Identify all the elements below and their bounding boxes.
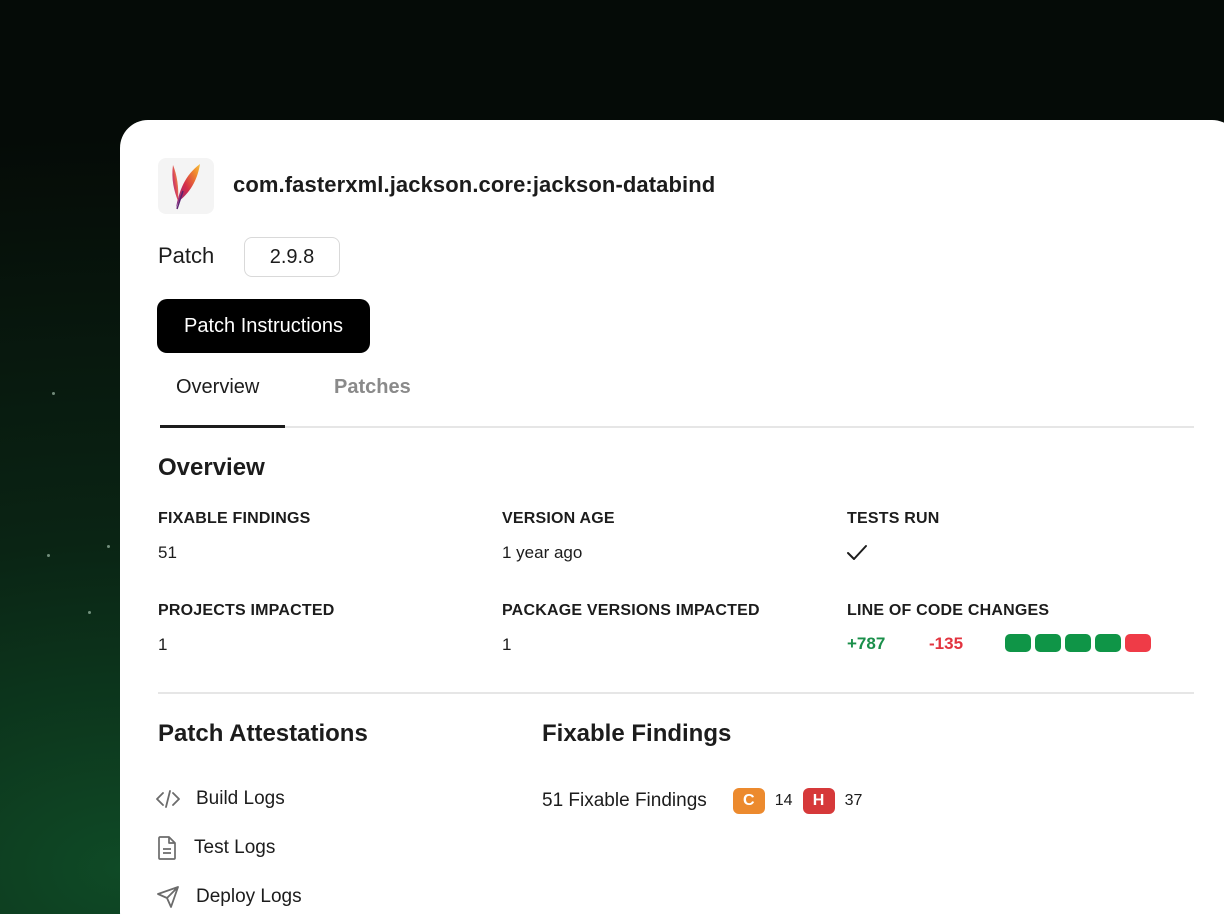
critical-count: 14 <box>774 792 793 809</box>
loc-additions: +787 <box>847 634 886 653</box>
patch-attestations-title: Patch Attestations <box>158 720 368 747</box>
loc-added-block <box>1095 634 1121 652</box>
background: com.fasterxml.jackson.core:jackson-datab… <box>0 0 1224 914</box>
package-title: com.fasterxml.jackson.core:jackson-datab… <box>233 172 716 197</box>
loc-change-bar <box>1005 634 1151 652</box>
checkmark-icon <box>847 545 867 560</box>
tab-patches[interactable]: Patches <box>334 376 411 399</box>
section-divider <box>158 692 1194 694</box>
patch-instructions-button[interactable]: Patch Instructions <box>157 299 370 353</box>
findings-summary: 51 Fixable Findings <box>542 790 707 811</box>
background-dot <box>47 554 50 557</box>
send-icon <box>157 886 179 908</box>
package-logo <box>158 158 214 214</box>
overview-title: Overview <box>158 454 265 481</box>
active-tab-indicator <box>160 425 285 428</box>
critical-severity-badge[interactable]: C <box>732 788 765 814</box>
tests-run-label: TESTS RUN <box>847 510 940 527</box>
code-icon <box>156 790 180 808</box>
projects-impacted-label: PROJECTS IMPACTED <box>158 602 335 619</box>
fixable-findings-title: Fixable Findings <box>542 720 732 747</box>
tab-overview[interactable]: Overview <box>176 376 259 399</box>
build-logs-link[interactable]: Build Logs <box>156 788 285 810</box>
projects-impacted-value: 1 <box>158 635 168 654</box>
loc-added-block <box>1005 634 1031 652</box>
loc-deletions: -135 <box>929 634 964 653</box>
background-dot <box>88 611 91 614</box>
background-dot <box>52 392 55 395</box>
document-icon <box>158 836 176 860</box>
deploy-logs-link[interactable]: Deploy Logs <box>156 885 302 909</box>
deploy-logs-label: Deploy Logs <box>196 886 302 907</box>
loc-removed-block <box>1125 634 1151 652</box>
package-versions-impacted-label: PACKAGE VERSIONS IMPACTED <box>502 602 760 619</box>
tab-bar: Overview Patches <box>160 368 1194 428</box>
fixable-findings-value: 51 <box>158 543 177 562</box>
findings-summary-row: 51 Fixable Findings C 14 H 37 <box>542 788 872 814</box>
high-count: 37 <box>844 792 863 809</box>
high-severity-badge[interactable]: H <box>802 788 835 814</box>
build-logs-label: Build Logs <box>196 788 285 809</box>
loc-added-block <box>1035 634 1061 652</box>
package-detail-card: com.fasterxml.jackson.core:jackson-datab… <box>120 120 1224 914</box>
test-logs-link[interactable]: Test Logs <box>156 836 275 860</box>
package-versions-impacted-value: 1 <box>502 635 512 654</box>
loc-added-block <box>1065 634 1091 652</box>
loc-changes-label: LINE OF CODE CHANGES <box>847 602 1050 619</box>
patch-label: Patch <box>158 243 215 268</box>
apache-feather-icon <box>172 164 200 210</box>
fixable-findings-label: FIXABLE FINDINGS <box>158 510 311 527</box>
test-logs-label: Test Logs <box>194 837 276 858</box>
patch-version-pill[interactable]: 2.9.8 <box>244 237 340 277</box>
background-dot <box>107 545 110 548</box>
version-age-value: 1 year ago <box>502 543 583 562</box>
version-age-label: VERSION AGE <box>502 510 615 527</box>
